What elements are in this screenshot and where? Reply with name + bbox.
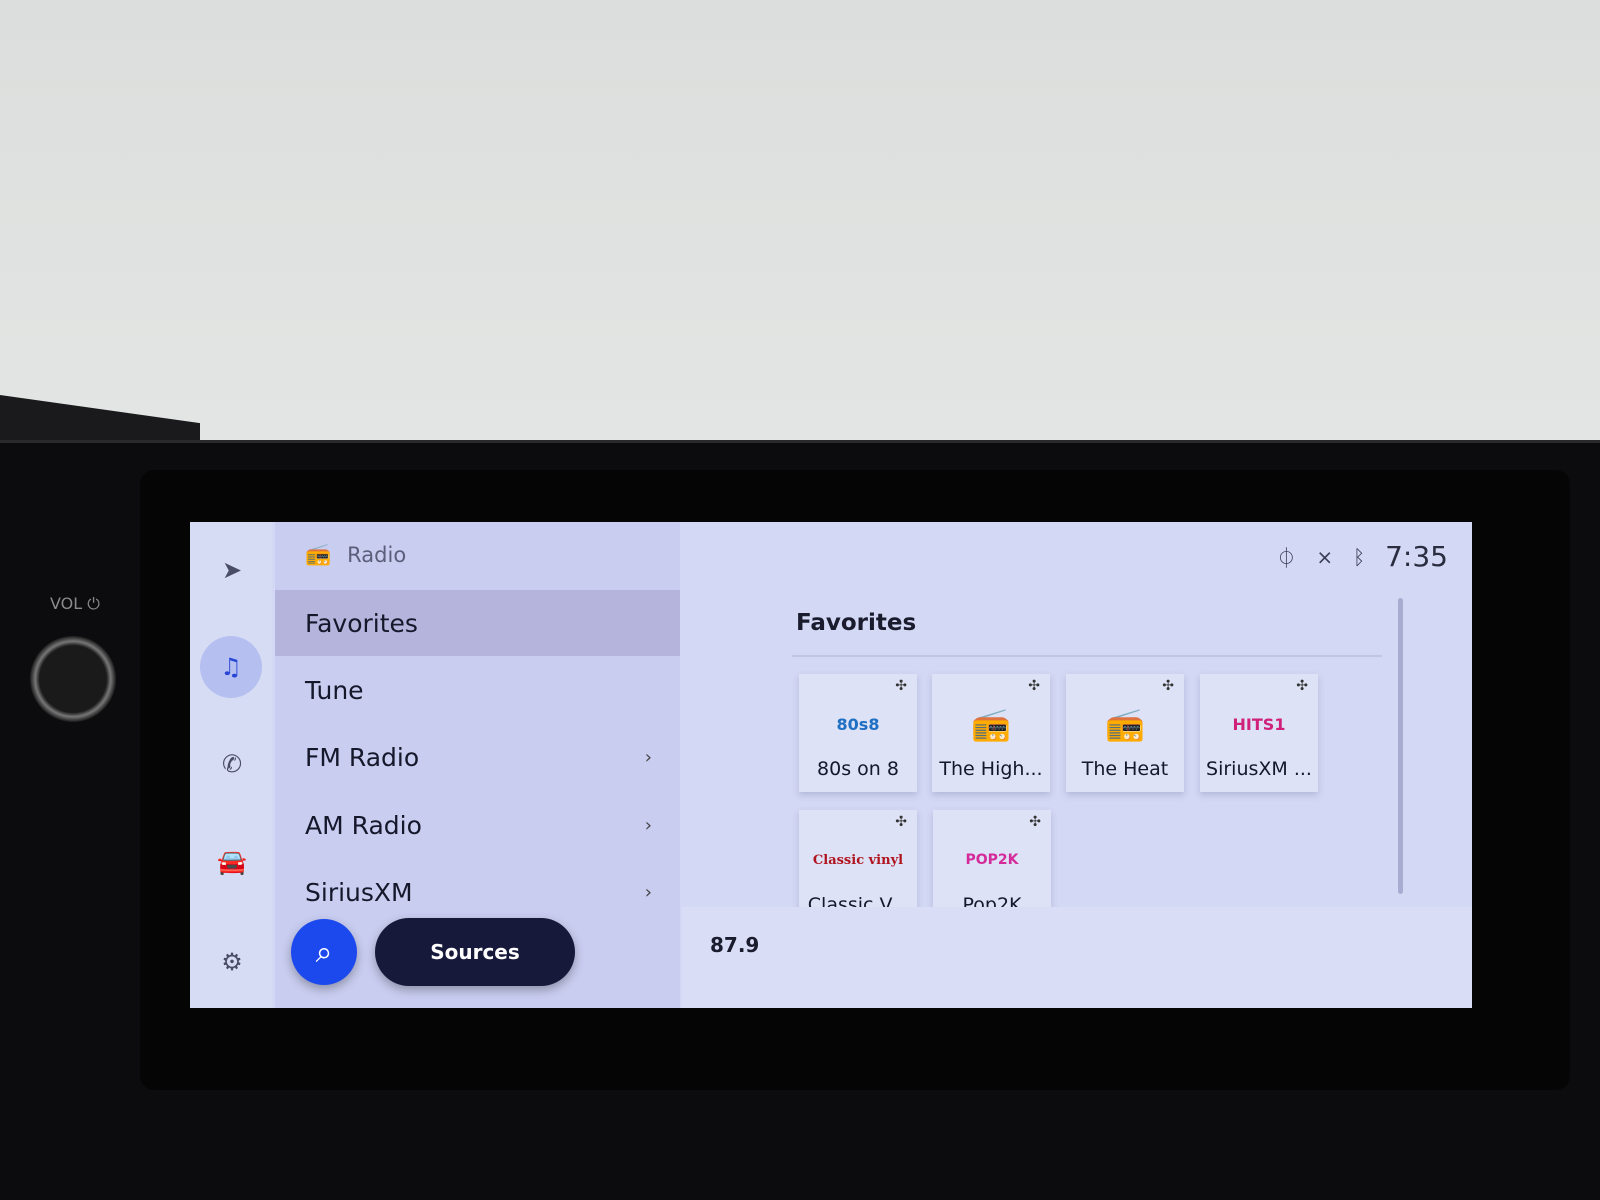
- menu-item-am-radio[interactable]: AM Radio ›: [275, 792, 680, 858]
- search-button[interactable]: ⌕: [291, 919, 357, 985]
- reorder-icon[interactable]: ✣: [1162, 678, 1174, 694]
- bluetooth-icon: ᛒ: [1353, 544, 1366, 569]
- radio-icon: 📻: [1105, 705, 1145, 743]
- favorite-tile[interactable]: ✣ 80s8 80s on 8: [799, 674, 917, 792]
- reorder-icon[interactable]: ✣: [895, 678, 907, 694]
- navigation-icon[interactable]: ➤: [210, 548, 254, 592]
- car-icon[interactable]: 🚘: [210, 840, 254, 884]
- station-logo: 80s8: [836, 714, 880, 734]
- favorite-tile[interactable]: ✣ HITS1 SiriusXM ...: [1200, 674, 1318, 792]
- radio-menu: 📻 Radio Favorites Tune FM Radio › AM Radi…: [275, 522, 680, 1008]
- menu-item-label: SiriusXM: [305, 877, 413, 907]
- menu-header: 📻 Radio: [305, 542, 406, 567]
- station-logo: POP2K: [965, 852, 1019, 868]
- reorder-icon[interactable]: ✣: [895, 814, 907, 830]
- menu-title: Radio: [347, 542, 407, 567]
- search-icon: ⌕: [315, 934, 333, 970]
- scrollbar[interactable]: [1398, 598, 1403, 894]
- reorder-icon[interactable]: ✣: [1296, 678, 1308, 694]
- status-bar: ⏀ ⨯ ᛒ 7:35: [1276, 540, 1448, 573]
- station-name: 80s on 8: [817, 758, 899, 780]
- station-logo: Classic vinyl: [812, 852, 904, 868]
- menu-item-siriusxm[interactable]: SiriusXM ›: [275, 859, 680, 925]
- favorite-tile[interactable]: ✣ 📻 The Heat: [1066, 674, 1184, 792]
- menu-item-fm-radio[interactable]: FM Radio ›: [275, 724, 680, 790]
- menu-item-favorites[interactable]: Favorites: [275, 590, 680, 656]
- favorites-panel: ⏀ ⨯ ᛒ 7:35 Favorites ✣ 80s8 80s on 8 ✣ 📻…: [682, 522, 1472, 928]
- settings-icon[interactable]: ⚙: [210, 940, 254, 984]
- chevron-right-icon: ›: [644, 881, 652, 903]
- side-rail: ➤ ♫ ✆ 🚘 ⚙: [190, 522, 272, 1008]
- sources-button[interactable]: Sources: [375, 918, 575, 986]
- menu-item-label: Favorites: [305, 608, 418, 638]
- menu-item-label: Tune: [305, 675, 364, 705]
- frequency: 87.9: [710, 933, 760, 957]
- menu-item-label: AM Radio: [305, 810, 422, 840]
- station-name: The Heat: [1081, 758, 1169, 780]
- infotainment-screen: ➤ ♫ ✆ 🚘 ⚙ 📻 Radio Favorites Tune FM Radi…: [190, 522, 1472, 1008]
- wireless-charging-icon: ⏀: [1276, 546, 1297, 570]
- station-logo: HITS1: [1232, 714, 1286, 734]
- now-playing-bar[interactable]: 87.9: [682, 907, 1472, 1008]
- station-name: The High...: [939, 758, 1043, 780]
- reorder-icon[interactable]: ✣: [1028, 678, 1040, 694]
- radio-icon: 📻: [971, 705, 1011, 743]
- favorite-tile[interactable]: ✣ 📻 The High...: [932, 674, 1050, 792]
- menu-item-tune[interactable]: Tune: [275, 657, 680, 723]
- radio-icon: 📻: [305, 542, 332, 566]
- volume-label: VOL ⏻: [50, 594, 100, 613]
- divider: [792, 655, 1382, 657]
- phone-icon[interactable]: ✆: [210, 742, 254, 786]
- reorder-icon[interactable]: ✣: [1029, 814, 1041, 830]
- station-name: SiriusXM ...: [1206, 758, 1312, 780]
- chevron-right-icon: ›: [644, 746, 652, 768]
- mic-off-icon: ⨯: [1316, 544, 1334, 569]
- music-icon[interactable]: ♫: [200, 636, 262, 698]
- volume-knob[interactable]: [30, 636, 116, 722]
- menu-item-label: FM Radio: [305, 742, 420, 772]
- clock: 7:35: [1385, 540, 1448, 573]
- favorites-title: Favorites: [796, 610, 917, 636]
- chevron-right-icon: ›: [644, 814, 652, 836]
